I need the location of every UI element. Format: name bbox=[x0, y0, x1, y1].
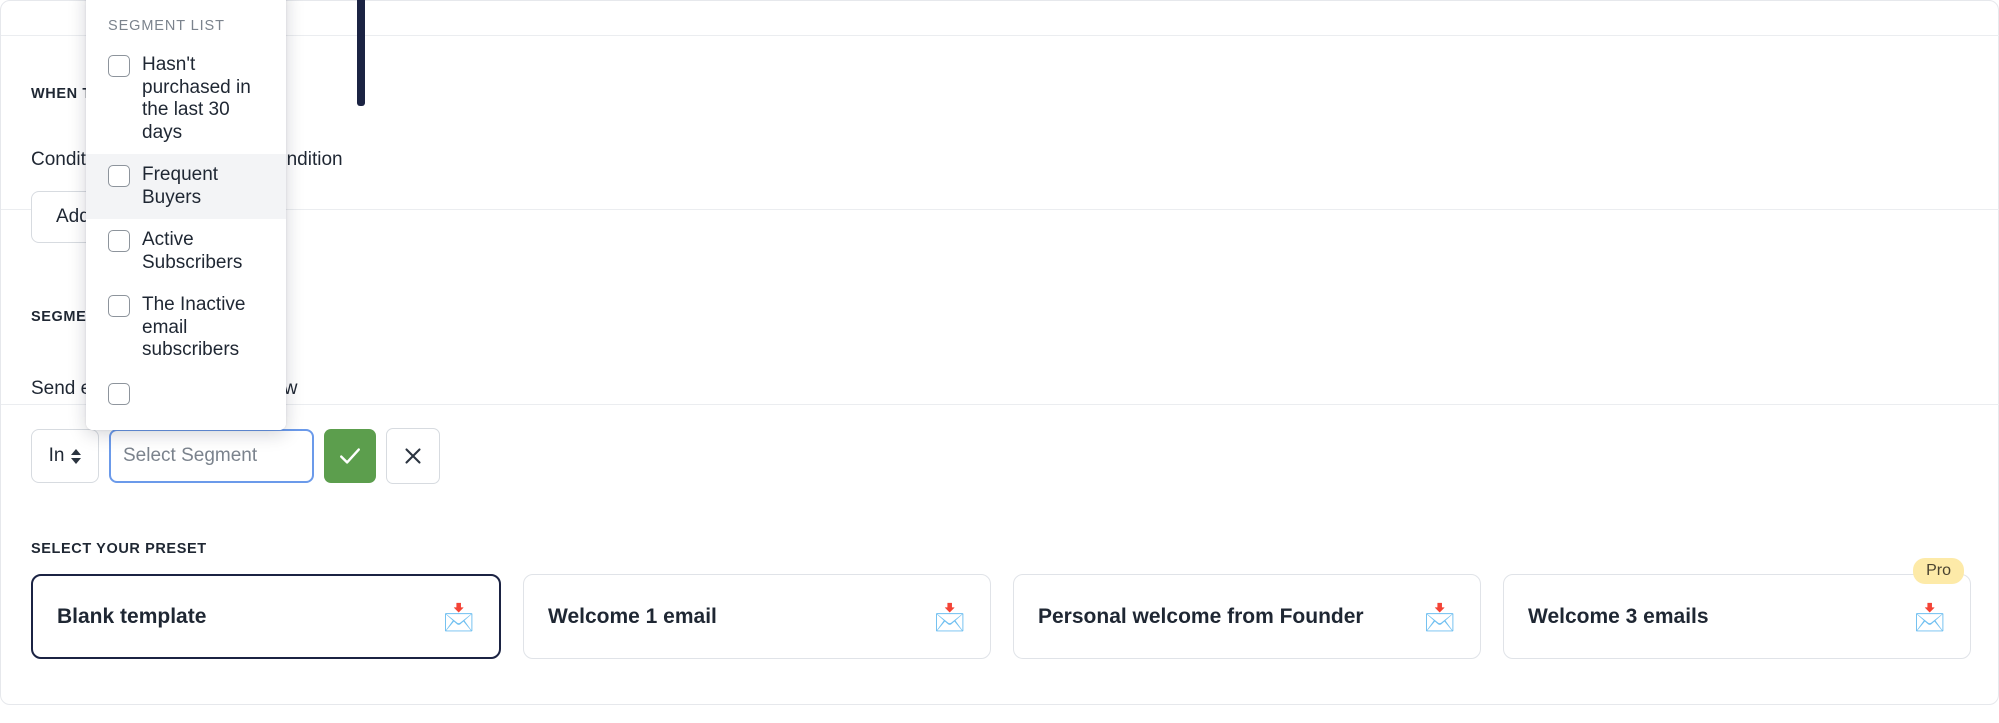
preset-card-welcome-1-email[interactable]: Welcome 1 email 📩 bbox=[523, 574, 991, 659]
preset-card-list: Blank template 📩 Welcome 1 email 📩 Perso… bbox=[31, 558, 1971, 659]
dropdown-item-label: Frequent Buyers bbox=[142, 164, 219, 208]
email-envelope-icon: 📩 bbox=[933, 601, 966, 632]
checkbox-icon[interactable] bbox=[108, 165, 130, 187]
cancel-segment-button[interactable] bbox=[386, 428, 440, 484]
email-envelope-icon: 📩 bbox=[1913, 601, 1946, 632]
preset-card-blank-template[interactable]: Blank template 📩 bbox=[31, 574, 501, 659]
divider-segments bbox=[1, 404, 1999, 405]
preset-label: Blank template bbox=[57, 604, 207, 628]
segment-selector-row: In bbox=[31, 428, 440, 484]
preset-card-welcome-3-emails[interactable]: Pro Welcome 3 emails 📩 bbox=[1503, 558, 1971, 659]
divider-when-to-send bbox=[1, 209, 1999, 210]
preset-label: Welcome 3 emails bbox=[1528, 604, 1709, 628]
dropdown-header-label: SEGMENT LIST bbox=[108, 18, 225, 34]
focused-field-left-edge bbox=[357, 0, 365, 106]
check-icon bbox=[340, 448, 360, 464]
dropdown-item-active-subscribers[interactable]: Active Subscribers bbox=[86, 219, 286, 284]
confirm-segment-button[interactable] bbox=[324, 429, 376, 483]
close-icon bbox=[405, 448, 421, 464]
checkbox-icon[interactable] bbox=[108, 55, 130, 77]
divider-top bbox=[1, 35, 1999, 36]
segment-operator-select[interactable]: In bbox=[31, 429, 99, 483]
preset-card-personal-welcome-from-founder[interactable]: Personal welcome from Founder 📩 bbox=[1013, 574, 1481, 659]
checkbox-icon[interactable] bbox=[108, 382, 130, 405]
pro-badge: Pro bbox=[1913, 558, 1964, 584]
segment-select-input[interactable] bbox=[109, 429, 314, 483]
preset-label: Welcome 1 email bbox=[548, 604, 717, 628]
email-envelope-icon: 📩 bbox=[1423, 601, 1456, 632]
dropdown-item-label: Hasn't purchased in the last 30 days bbox=[142, 54, 251, 143]
email-envelope-icon: 📩 bbox=[442, 601, 475, 632]
section-title-select-preset: SELECT YOUR PRESET bbox=[31, 541, 207, 557]
dropdown-item-label: Active Subscribers bbox=[142, 229, 243, 273]
checkbox-icon[interactable] bbox=[108, 295, 130, 317]
segment-operator-value: In bbox=[48, 445, 65, 466]
dropdown-item-hasnt-purchased[interactable]: Hasn't purchased in the last 30 days bbox=[86, 44, 286, 154]
preset-label: Personal welcome from Founder bbox=[1038, 604, 1364, 628]
dropdown-item-inactive-email-subscribers[interactable]: The Inactive email subscribers bbox=[86, 284, 286, 372]
chevron-updown-icon bbox=[71, 448, 82, 464]
dropdown-item-frequent-buyers[interactable]: Frequent Buyers bbox=[86, 154, 286, 219]
dropdown-item-partial[interactable] bbox=[86, 372, 286, 415]
segment-list-dropdown: SEGMENT LIST Hasn't purchased in the las… bbox=[86, 0, 286, 430]
dropdown-item-label: The Inactive email subscribers bbox=[142, 294, 246, 360]
automation-settings-panel: WHEN TO SEND Conditio ditions any condit… bbox=[0, 0, 1999, 705]
checkbox-icon[interactable] bbox=[108, 230, 130, 252]
